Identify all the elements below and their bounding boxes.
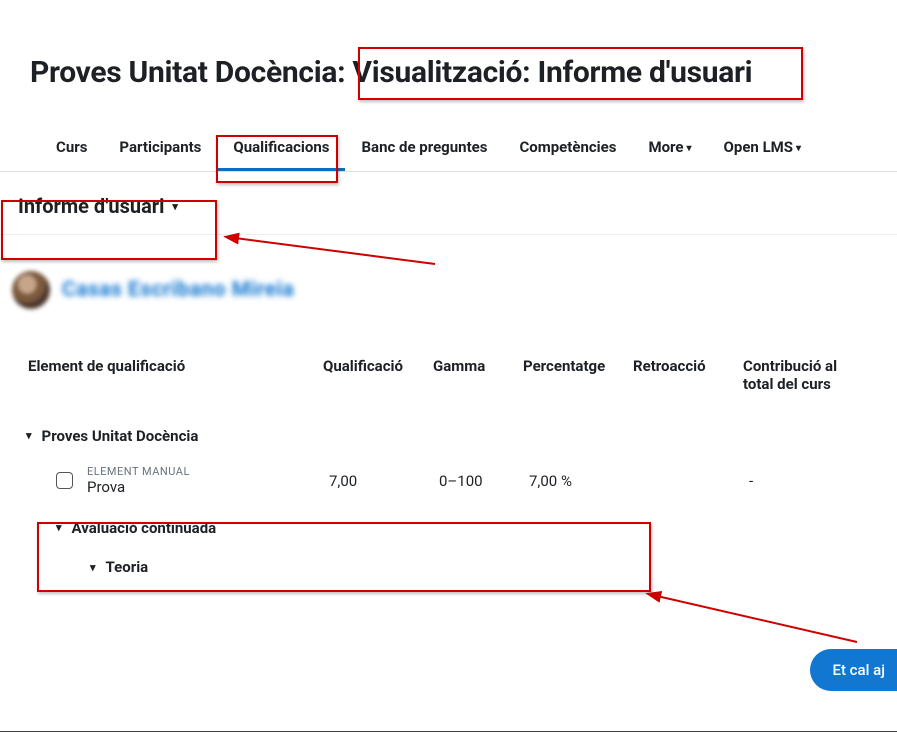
tab-label: Curs: [56, 138, 87, 156]
table-header-row: Element de qualificació Qualificació Gam…: [26, 347, 871, 415]
tab-label: Qualificacions: [233, 138, 329, 156]
cell-grade: 7,00: [321, 455, 431, 508]
user-header: Casas Escribano Mireia: [0, 235, 897, 329]
cell-range: 0–100: [431, 455, 521, 508]
col-percentatge: Percentatge: [521, 347, 631, 415]
category-row-root: ▾ Proves Unitat Docència: [26, 415, 871, 455]
category-toggle[interactable]: ▾ Proves Unitat Docència: [26, 427, 198, 445]
tab-competencies[interactable]: Competències: [503, 128, 632, 171]
page-title-suffix: Visualització: Informe d'usuari: [352, 55, 752, 90]
tab-open-lms[interactable]: Open LMS▾: [708, 128, 818, 171]
category-name: Teoria: [106, 558, 149, 576]
tab-label: Competències: [519, 138, 616, 156]
help-pill[interactable]: Et cal aj: [810, 649, 897, 691]
category-row-sub2: ▾ Teoria: [26, 547, 871, 587]
col-qualificacio: Qualificació: [321, 347, 431, 415]
grade-item-row: ELEMENT MANUAL Prova 7,00 0–100 7,00 % -: [26, 455, 871, 508]
col-element: Element de qualificació: [26, 347, 321, 415]
category-name: Proves Unitat Docència: [42, 427, 199, 445]
report-selector-row: Informe d'usuari ▾: [0, 172, 897, 235]
user-name-link[interactable]: Casas Escribano Mireia: [62, 278, 294, 302]
page-title-prefix: Proves Unitat Docència:: [30, 55, 352, 90]
tab-participants[interactable]: Participants: [103, 128, 217, 171]
tab-label: More: [648, 138, 683, 156]
col-retroaccio: Retroacció: [631, 347, 741, 415]
chevron-down-icon: ▾: [26, 429, 32, 442]
item-name: Prova: [87, 478, 190, 497]
item-checkbox[interactable]: [56, 472, 73, 489]
tab-more[interactable]: More ▾: [632, 128, 707, 171]
chevron-down-icon: ▾: [687, 143, 692, 154]
tab-label: Open LMS: [724, 138, 794, 156]
chevron-down-icon: ▾: [796, 143, 801, 154]
chevron-down-icon: ▾: [172, 200, 178, 213]
annotation-arrow: [652, 590, 862, 650]
col-gamma: Gamma: [431, 347, 521, 415]
report-selector[interactable]: Informe d'usuari ▾: [10, 190, 186, 222]
category-row-sub1: ▾ Avaluació continuada: [26, 507, 871, 547]
page-title: Proves Unitat Docència: Visualització: I…: [0, 0, 897, 90]
chevron-down-icon: ▾: [56, 521, 62, 534]
grades-table: Element de qualificació Qualificació Gam…: [26, 347, 871, 586]
col-contribucio: Contribució al total del curs: [741, 347, 871, 415]
grades-table-wrap: Element de qualificació Qualificació Gam…: [0, 329, 897, 586]
tab-qualificacions[interactable]: Qualificacions: [217, 128, 345, 171]
tab-label: Banc de preguntes: [361, 138, 487, 156]
tab-curs[interactable]: Curs: [40, 128, 103, 171]
item-meta: ELEMENT MANUAL Prova: [87, 465, 190, 498]
category-toggle[interactable]: ▾ Avaluació continuada: [56, 519, 216, 537]
category-name: Avaluació continuada: [72, 519, 217, 537]
tab-banc-de-preguntes[interactable]: Banc de preguntes: [345, 128, 503, 171]
cell-feedback: [631, 455, 741, 508]
chevron-down-icon: ▾: [90, 561, 96, 574]
course-tabs: Curs Participants Qualificacions Banc de…: [0, 90, 897, 172]
avatar: [12, 271, 50, 309]
cell-percentage: 7,00 %: [521, 455, 631, 508]
tab-label: Participants: [119, 138, 201, 156]
item-type-label: ELEMENT MANUAL: [87, 465, 190, 479]
cell-contribution: -: [741, 455, 871, 508]
category-toggle[interactable]: ▾ Teoria: [90, 558, 148, 576]
report-selector-label: Informe d'usuari: [18, 194, 164, 218]
